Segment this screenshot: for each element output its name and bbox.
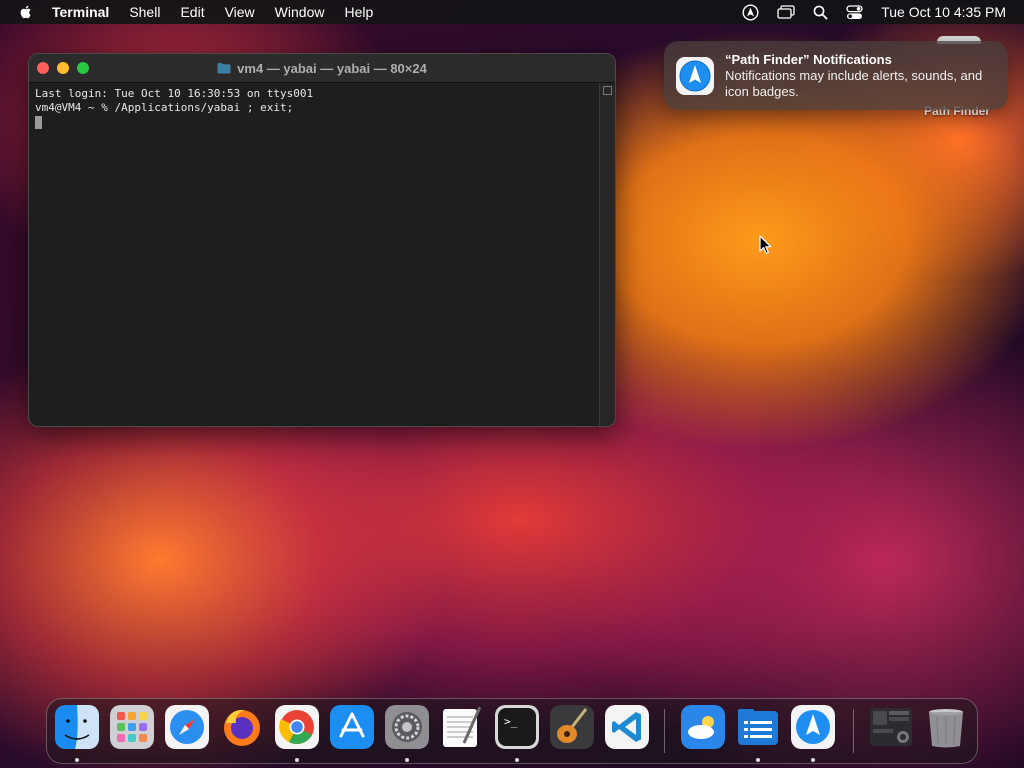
running-indicator — [811, 758, 815, 762]
finder-icon — [55, 705, 99, 749]
dock-separator — [853, 709, 854, 753]
downloads-stack-icon — [870, 708, 912, 746]
dock-system-settings[interactable] — [385, 705, 429, 749]
folder-icon — [217, 63, 231, 74]
terminal-line: vm4@VM4 ~ % /Applications/yabai ; exit; — [35, 101, 294, 114]
file-manager-icon — [738, 709, 778, 745]
dock: >_ — [46, 698, 978, 764]
terminal-icon: >_ — [495, 705, 539, 749]
terminal-cursor-line — [35, 115, 593, 133]
menu-view[interactable]: View — [225, 4, 255, 20]
menu-bar: Terminal Shell Edit View Window Help Tue… — [0, 0, 1024, 24]
path-finder-app-icon — [676, 57, 714, 95]
dock-terminal[interactable]: >_ — [495, 705, 539, 749]
app-store-icon — [330, 705, 374, 749]
text-cursor — [35, 116, 42, 129]
dock-weather[interactable] — [681, 705, 725, 749]
menu-edit[interactable]: Edit — [180, 4, 204, 20]
zoom-button[interactable] — [77, 62, 89, 74]
firefox-icon — [224, 709, 260, 746]
window-controls — [37, 62, 89, 74]
terminal-line: Last login: Tue Oct 10 16:30:53 on ttys0… — [35, 87, 314, 100]
assistive-icon[interactable] — [742, 3, 759, 21]
terminal-output[interactable]: Last login: Tue Oct 10 16:30:53 on ttys0… — [29, 83, 599, 426]
vscode-icon — [605, 705, 649, 749]
running-indicator — [756, 758, 760, 762]
dock-separator — [664, 709, 665, 753]
mouse-pointer-icon — [759, 235, 772, 255]
terminal-window-title: vm4 — yabai — yabai — 80×24 — [217, 61, 427, 76]
safari-icon — [165, 705, 209, 749]
running-indicator — [75, 758, 79, 762]
running-indicator — [515, 758, 519, 762]
apple-menu-icon[interactable] — [18, 4, 34, 20]
menu-app-terminal[interactable]: Terminal — [52, 4, 109, 20]
svg-text:>_: >_ — [504, 715, 518, 728]
terminal-window[interactable]: vm4 — yabai — yabai — 80×24 Last login: … — [28, 53, 616, 427]
dock-safari[interactable] — [165, 705, 209, 749]
notification-title: “Path Finder” Notifications — [725, 52, 892, 67]
running-indicator — [405, 758, 409, 762]
dock-textedit[interactable] — [440, 705, 484, 749]
menu-bar-clock[interactable]: Tue Oct 10 4:35 PM — [881, 4, 1006, 20]
notification-body: Notifications may include alerts, sounds… — [725, 68, 983, 99]
dock-path-finder[interactable] — [791, 705, 835, 749]
textedit-icon — [443, 706, 482, 747]
path-finder-icon — [791, 705, 835, 749]
dock-file-manager[interactable] — [736, 705, 780, 749]
dock-app-store[interactable] — [330, 705, 374, 749]
trash-icon — [929, 709, 963, 748]
notification-banner[interactable]: “Path Finder” Notifications Notification… — [664, 41, 1008, 110]
dock-chrome[interactable] — [275, 705, 319, 749]
spotlight-search-icon[interactable] — [813, 5, 828, 20]
split-pane-button[interactable] — [603, 86, 612, 95]
control-center-icon[interactable] — [846, 4, 863, 20]
guitar-icon — [550, 705, 594, 749]
gear-icon — [385, 705, 429, 749]
close-button[interactable] — [37, 62, 49, 74]
weather-icon — [681, 705, 725, 749]
minimize-button[interactable] — [57, 62, 69, 74]
dock-trash[interactable] — [924, 705, 968, 749]
window-title-text: vm4 — yabai — yabai — 80×24 — [237, 60, 427, 76]
screen-mirroring-icon[interactable] — [777, 4, 795, 20]
launchpad-icon — [110, 705, 154, 749]
menu-shell[interactable]: Shell — [129, 4, 160, 20]
dock-garageband[interactable] — [550, 705, 594, 749]
dock-vscode[interactable] — [605, 705, 649, 749]
dock-launchpad[interactable] — [110, 705, 154, 749]
chrome-icon — [275, 705, 319, 749]
dock-firefox[interactable] — [220, 705, 264, 749]
dock-finder[interactable] — [55, 705, 99, 749]
running-indicator — [295, 758, 299, 762]
terminal-scrollbar[interactable] — [599, 83, 615, 426]
menu-help[interactable]: Help — [344, 4, 373, 20]
menu-window[interactable]: Window — [275, 4, 325, 20]
dock-downloads-stack[interactable] — [869, 705, 913, 749]
terminal-title-bar[interactable]: vm4 — yabai — yabai — 80×24 — [29, 54, 615, 83]
